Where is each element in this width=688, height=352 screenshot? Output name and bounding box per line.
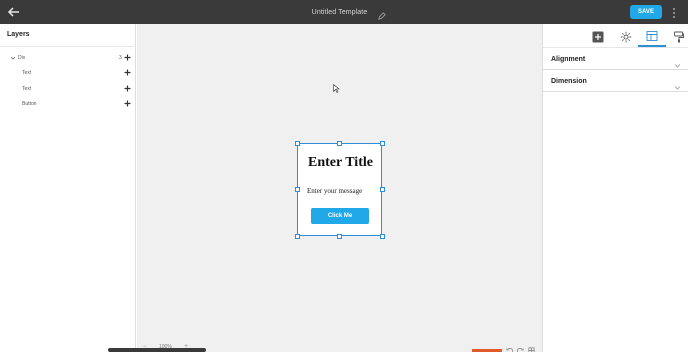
add-square-icon bbox=[592, 30, 604, 42]
settings-panel: Alignment Dimension bbox=[542, 24, 688, 352]
paint-roller-icon bbox=[673, 30, 685, 42]
layer-label: Button bbox=[22, 101, 37, 107]
resize-handle[interactable] bbox=[295, 187, 300, 192]
card-title[interactable]: Enter Title bbox=[298, 155, 383, 171]
design-canvas[interactable]: Enter Title Enter your message Click Me … bbox=[108, 24, 542, 352]
layer-item-div[interactable]: Div 3 bbox=[0, 52, 136, 64]
resize-handle[interactable] bbox=[295, 141, 300, 146]
more-options-icon[interactable] bbox=[671, 6, 677, 18]
tab-layout[interactable] bbox=[638, 24, 666, 47]
pencil-icon[interactable] bbox=[377, 8, 387, 20]
layers-title: Layers bbox=[7, 31, 30, 38]
section-label: Dimension bbox=[551, 78, 587, 85]
layer-item-button[interactable]: Button bbox=[0, 98, 136, 110]
card-button[interactable]: Click Me bbox=[311, 208, 369, 224]
section-dimension[interactable]: Dimension bbox=[543, 70, 688, 92]
section-label: Alignment bbox=[551, 56, 586, 63]
title-area: Untitled Template bbox=[0, 0, 688, 24]
resize-handle[interactable] bbox=[380, 187, 385, 192]
resize-handle[interactable] bbox=[337, 234, 342, 239]
resize-handle[interactable] bbox=[337, 141, 342, 146]
selected-div-block[interactable]: Enter Title Enter your message Click Me bbox=[297, 143, 382, 236]
add-layer-icon[interactable] bbox=[124, 85, 131, 92]
add-layer-icon[interactable] bbox=[124, 69, 131, 76]
divider bbox=[0, 46, 136, 47]
tab-settings[interactable] bbox=[612, 24, 640, 47]
add-layer-icon[interactable] bbox=[124, 54, 131, 61]
undo-icon[interactable] bbox=[506, 341, 513, 352]
layout-icon bbox=[646, 29, 658, 41]
add-layer-icon[interactable] bbox=[124, 100, 131, 107]
resize-handle[interactable] bbox=[380, 141, 385, 146]
card-message[interactable]: Enter your message bbox=[307, 187, 362, 195]
mouse-cursor-icon bbox=[333, 80, 340, 93]
tab-style[interactable] bbox=[665, 24, 688, 47]
chevron-down-icon[interactable] bbox=[10, 55, 16, 61]
layer-label: Text bbox=[22, 70, 32, 76]
layer-label: Div bbox=[18, 55, 26, 61]
layer-item-text[interactable]: Text bbox=[0, 67, 136, 79]
layers-panel: Layers Div 3 Text Text Button bbox=[0, 24, 136, 352]
layer-item-text[interactable]: Text bbox=[0, 83, 136, 95]
layer-label: Text bbox=[22, 86, 32, 92]
save-button[interactable]: SAVE bbox=[630, 5, 662, 19]
grid-view-icon[interactable] bbox=[528, 341, 535, 352]
resize-handle[interactable] bbox=[295, 234, 300, 239]
resize-handle[interactable] bbox=[380, 234, 385, 239]
top-bar: Untitled Template SAVE bbox=[0, 0, 688, 24]
redo-icon[interactable] bbox=[517, 341, 524, 352]
tab-add-elements[interactable] bbox=[584, 24, 612, 47]
layer-child-count: 3 bbox=[119, 55, 122, 61]
chevron-down-icon[interactable] bbox=[674, 78, 681, 90]
horizontal-scrollbar[interactable] bbox=[108, 348, 206, 352]
section-alignment[interactable]: Alignment bbox=[543, 48, 688, 70]
chevron-down-icon[interactable] bbox=[674, 56, 681, 68]
template-title[interactable]: Untitled Template bbox=[312, 9, 368, 16]
gear-icon bbox=[620, 30, 632, 42]
